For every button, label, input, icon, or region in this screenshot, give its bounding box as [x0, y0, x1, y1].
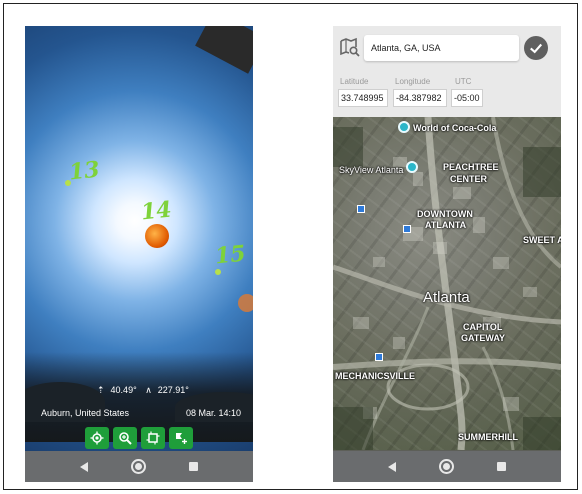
map-label: MECHANICSVILLE [335, 371, 416, 381]
map-label: GATEWAY [461, 333, 506, 343]
location-header: Atlanta, GA, USA Latitude Longitude UTC … [333, 26, 561, 117]
frame-button[interactable] [141, 427, 165, 449]
transit-icon[interactable] [375, 353, 383, 361]
home-icon[interactable] [438, 459, 454, 474]
back-icon[interactable] [388, 461, 397, 472]
map-label: CAPITOL [463, 322, 503, 332]
map-label: DOWNTOWN [417, 209, 473, 219]
azimuth-value: 227.91° [157, 385, 189, 395]
hour-label-13: 13 [67, 156, 101, 186]
home-icon[interactable] [130, 459, 146, 474]
android-navbar [25, 451, 253, 482]
back-icon[interactable] [80, 461, 89, 472]
transit-icon[interactable] [403, 225, 411, 233]
longitude-field[interactable]: -84.387982 [393, 89, 447, 107]
locate-button[interactable] [85, 427, 109, 449]
android-navbar [333, 451, 561, 482]
elevation-value: 40.49° [110, 385, 137, 395]
transit-icon[interactable] [357, 205, 365, 213]
confirm-button[interactable] [524, 36, 548, 60]
locate-icon [90, 431, 104, 445]
recents-icon[interactable] [496, 462, 506, 471]
sun-position-marker[interactable] [215, 269, 221, 275]
map-label: Atlanta [423, 289, 470, 306]
sun-camera-screen: 13 14 15 ⇡ 40.49° ∧ 227.91° Auburn, United… [25, 26, 253, 482]
location-search-input[interactable]: Atlanta, GA, USA [364, 35, 519, 61]
latitude-label: Latitude [340, 77, 369, 86]
map-label: CENTER [450, 174, 488, 184]
add-marker-button[interactable] [169, 427, 193, 449]
datetime-text[interactable]: 08 Mar. 14:10 [186, 408, 241, 418]
frame-icon [146, 431, 160, 445]
map-label: SkyView Atlanta [339, 165, 404, 175]
poi-pin[interactable] [398, 121, 410, 133]
zoom-button[interactable] [113, 427, 137, 449]
azimuth-icon: ∧ [145, 385, 152, 395]
hour-label-14: 14 [139, 196, 173, 226]
location-picker-screen: World of Coca-Cola SkyView Atlanta PEACH… [333, 26, 561, 482]
tool-bar [85, 427, 193, 449]
poi-pin[interactable] [406, 161, 418, 173]
recents-icon[interactable] [188, 462, 198, 471]
map-label: SWEET AU [523, 235, 561, 245]
map-label: ATLANTA [425, 220, 467, 230]
current-sun-marker[interactable] [145, 224, 169, 248]
hour-label-15: 15 [213, 240, 247, 270]
latitude-field[interactable]: 33.748995 [338, 89, 388, 107]
longitude-label: Longitude [395, 77, 431, 86]
sun-edge-marker[interactable] [238, 294, 253, 312]
add-marker-icon [176, 433, 187, 444]
utc-field[interactable]: -05:00 [451, 89, 483, 107]
map-search-icon[interactable] [340, 37, 360, 57]
checkmark-icon [530, 43, 543, 54]
sun-angles: ⇡ 40.49° ∧ 227.91° [97, 385, 195, 396]
location-text[interactable]: Auburn, United States [41, 408, 129, 418]
utc-label: UTC [455, 77, 472, 86]
map-label: PEACHTREE [443, 162, 499, 172]
elevation-icon: ⇡ [97, 385, 105, 395]
location-time-row: Auburn, United States 08 Mar. 14:10 [41, 408, 241, 418]
sun-position-marker[interactable] [65, 180, 71, 186]
zoom-icon [119, 432, 132, 445]
tree-silhouette [195, 26, 253, 74]
map-label: SUMMERHILL [458, 432, 518, 442]
satellite-map[interactable]: World of Coca-Cola SkyView Atlanta PEACH… [333, 117, 561, 450]
map-label: World of Coca-Cola [413, 123, 497, 133]
